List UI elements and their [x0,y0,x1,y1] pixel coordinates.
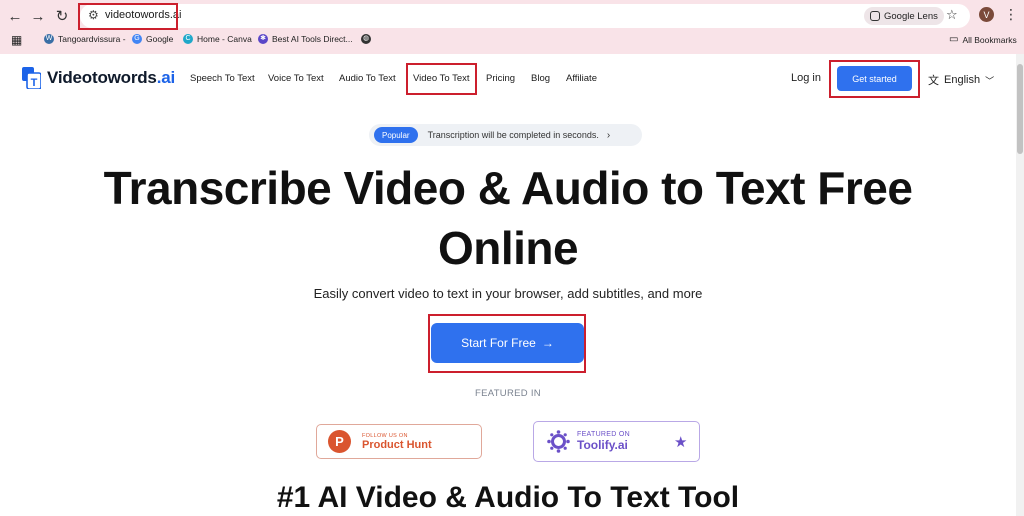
site-logo[interactable]: T Videotowords.ai [22,67,175,90]
nav-affiliate[interactable]: Affiliate [566,73,597,84]
logo-text: Videotowords.ai [47,68,175,88]
profile-avatar[interactable]: V [979,7,994,22]
google-lens-label: Google Lens [884,10,938,22]
toolify-logo-icon [547,430,570,453]
google-lens-button[interactable]: Google Lens [864,7,944,25]
logo-suffix: .ai [156,68,176,87]
all-bookmarks[interactable]: ▭ All Bookmarks [949,34,1017,45]
chevron-down-icon: ﹀ [985,75,995,86]
highlight-get-started [829,60,920,98]
featured-in-label: FEATURED IN [475,388,541,399]
more-menu-icon[interactable]: ⋮ [1004,6,1018,23]
forward-arrow-icon[interactable]: → [28,6,48,26]
bookmark-label: Google [146,34,174,44]
bookmark-item[interactable]: C Home - Canva [183,34,252,44]
toolify-big-text: Toolify.ai [577,438,628,452]
star-icon: ★ [674,434,688,451]
toolify-badge[interactable]: FEATURED ON Toolify.ai ★ [533,421,700,462]
reload-icon[interactable]: ↻ [52,6,72,26]
language-label: English [944,74,981,86]
back-arrow-icon[interactable]: ← [5,6,25,26]
bookmark-label: Best AI Tools Direct... [272,34,353,44]
language-selector[interactable]: 文 English ﹀ [928,72,994,88]
gear-icon: ✱ [258,34,268,44]
wordpress-icon: W [44,34,54,44]
scrollbar-thumb[interactable] [1017,64,1023,154]
logo-icon: T [22,67,42,90]
hero-subtitle: Easily convert video to text in your bro… [313,286,703,301]
hero-title-line2: Online [437,222,579,274]
hero-title: Transcribe Video & Audio to Text Free On… [60,158,956,278]
apps-grid-icon[interactable]: ▦ [11,33,22,47]
chevron-right-icon: › [606,129,611,141]
bookmark-item[interactable]: G Google [132,34,173,44]
address-bar[interactable]: ⚙ videotowords.ai Google Lens ☆ [80,4,970,28]
highlight-video-to-text [406,63,477,95]
login-link[interactable]: Log in [791,72,821,84]
toolify-small-text: FEATURED ON [577,431,630,438]
globe-icon: ◍ [361,34,371,44]
product-hunt-badge[interactable]: P FOLLOW US ON Product Hunt [316,424,482,459]
svg-text:T: T [31,77,38,89]
logo-main: Videotowords [47,68,157,87]
bookmark-item[interactable]: W Tangoardvissura - [44,34,126,44]
bookmarks-bar: ▦ W Tangoardvissura - G Google C Home - … [0,32,1024,52]
nav-pricing[interactable]: Pricing [486,73,515,84]
translate-icon: 文 [928,75,939,87]
nav-speech-to-text[interactable]: Speech To Text [190,73,255,84]
highlight-start-button [428,314,586,373]
section-title: #1 AI Video & Audio To Text Tool [276,481,740,514]
scrollbar[interactable] [1016,54,1024,516]
nav-audio-to-text[interactable]: Audio To Text [339,73,396,84]
folder-icon: ▭ [949,34,959,45]
announcement-text: Transcription will be completed in secon… [427,130,599,140]
hero-title-line1: Transcribe Video & Audio to Text Free [103,162,913,214]
bookmark-label: Home - Canva [197,34,252,44]
lens-icon [870,11,880,21]
popular-badge: Popular [374,127,418,143]
bookmark-item[interactable]: ◍ [361,34,371,44]
nav-voice-to-text[interactable]: Voice To Text [268,73,324,84]
google-icon: G [132,34,142,44]
nav-blog[interactable]: Blog [531,73,550,84]
bookmark-item[interactable]: ✱ Best AI Tools Direct... [258,34,353,44]
product-hunt-logo-icon: P [328,430,351,453]
highlight-url-box [78,3,178,30]
product-hunt-big-text: Product Hunt [362,438,432,451]
all-bookmarks-label: All Bookmarks [962,34,1017,45]
bookmark-label: Tangoardvissura - [58,34,126,44]
canva-icon: C [183,34,193,44]
announcement-pill[interactable]: Popular Transcription will be completed … [369,124,642,146]
bookmark-star-icon[interactable]: ☆ [946,7,958,23]
